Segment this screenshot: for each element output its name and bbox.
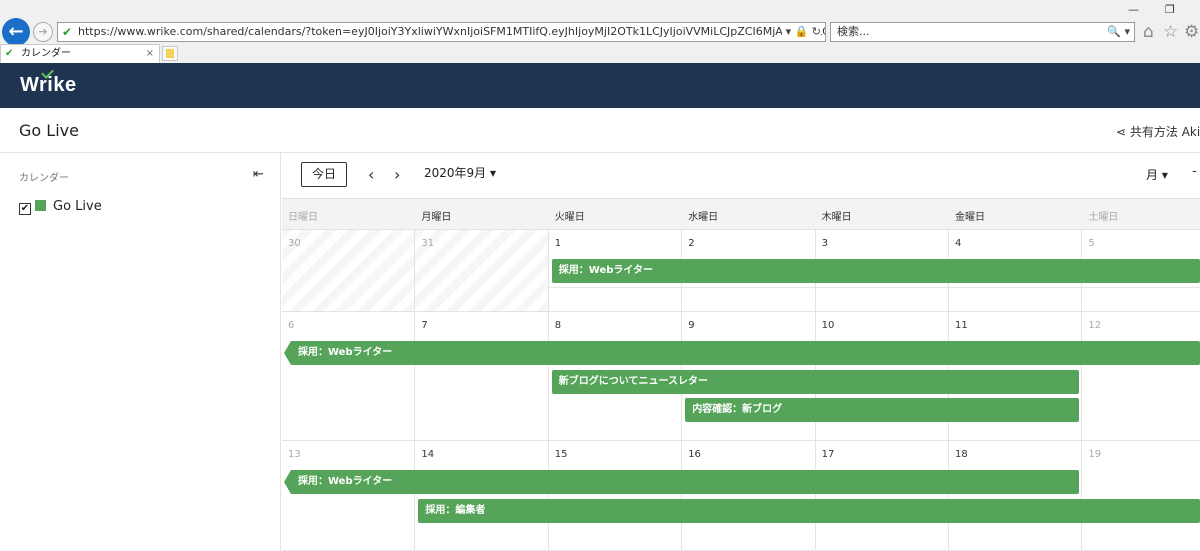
event-bar[interactable]: 採用：編集者 [418,499,1200,523]
weekday-label: 月曜日 [421,212,452,223]
weekday-label: 金曜日 [955,212,985,223]
today-button[interactable]: 今日 [301,162,347,187]
minimize-button[interactable]: — [1128,3,1139,16]
calendar-name: Go Live [53,199,102,214]
day-cell[interactable]: 31 [415,230,549,311]
settings-gear-icon[interactable]: ⚙ [1184,22,1199,42]
day-number: 17 [821,449,835,460]
day-cell[interactable]: 6 [282,312,416,440]
day-number: 12 [1088,320,1102,331]
forward-arrow-icon: ➔ [38,25,48,38]
day-cell[interactable]: 15 [549,441,683,550]
home-icon[interactable]: ⌂ [1143,22,1154,42]
event-bar[interactable]: 採用：Webライター [291,341,1200,365]
calendar-checkbox[interactable]: ✔ [19,203,31,215]
browser-chrome: — ❐ ← ➔ ✔ https://www.wrike.com/shared/c… [0,0,1200,63]
event-bar[interactable]: 内容確認：新ブログ [685,398,1080,422]
day-cell[interactable]: 12 [1082,312,1200,440]
day-number: 5 [1088,238,1095,249]
favorites-star-icon[interactable]: ☆ [1163,22,1178,42]
wrike-logo[interactable]: Wrike [20,66,77,97]
day-number: 19 [1088,449,1102,460]
day-number: 15 [554,449,568,460]
weekday-label: 火曜日 [554,212,585,223]
weekday-label: 木曜日 [821,212,852,223]
day-cell[interactable]: 14 [415,441,549,550]
back-arrow-icon: ← [8,21,24,42]
share-label: 共有方法 Aki I [1129,125,1200,139]
back-button[interactable]: ← [2,18,30,46]
weekday-header: 日曜日 月曜日 火曜日 水曜日 木曜日 金曜日 土曜日 [282,198,1200,230]
day-cell[interactable]: 18 [949,441,1083,550]
day-number: 7 [421,320,428,331]
cell-divider [548,287,1200,288]
day-cell[interactable]: 19 [1082,441,1200,550]
collapse-sidebar-icon[interactable]: ⇤ [253,167,264,182]
weekday-label: 水曜日 [688,212,719,223]
day-number: 1 [554,238,562,249]
calendar-view: 今日 ‹ › 2020年9月 ▾ 月 ▾ - 日曜日 月曜日 火曜日 水曜日 木曜日 金曜… [282,153,1200,551]
title-row: Go Live ⋖ 共有方法 Aki I [0,108,1200,153]
address-tools[interactable]: ▾ 🔒 ↻ [781,23,821,41]
day-number: 2 [688,238,695,249]
address-bar[interactable]: ✔ https://www.wrike.com/shared/calendars… [57,22,826,42]
day-number: 31 [421,238,435,249]
day-number: 10 [821,320,835,331]
address-url: https://www.wrike.com/shared/calendars/?… [78,25,826,38]
weekday-label: 土曜日 [1088,212,1119,223]
tab-close-icon[interactable]: × [146,45,154,63]
day-number: 13 [288,449,301,460]
browser-tab[interactable]: ✔ カレンダー × [0,44,160,63]
day-number: 4 [955,238,962,249]
search-icon[interactable]: 🔍 ▾ [1107,23,1130,41]
forward-button[interactable]: ➔ [33,22,53,42]
day-cell[interactable]: 17 [816,441,949,550]
day-number: 11 [955,320,968,331]
sidebar-section-label: カレンダー [19,173,69,184]
app-header: Wrike [0,63,1200,108]
day-number: 3 [821,238,828,249]
day-cell[interactable]: 7 [415,312,549,440]
day-number: 30 [288,238,301,249]
day-number: 14 [421,449,435,460]
event-bar[interactable]: 採用：Webライター [551,259,1200,283]
secure-check-icon: ✔ [62,25,73,39]
calendar-color-swatch [35,200,46,211]
day-number: 16 [688,449,701,460]
restore-button[interactable]: ❐ [1165,3,1175,16]
browser-search-input[interactable]: 検索... 🔍 ▾ [830,22,1135,42]
event-bar[interactable]: 採用：Webライター [291,470,1080,494]
week-row: 13 14 15 16 17 18 19 [282,441,1200,551]
share-button[interactable]: ⋖ 共有方法 Aki I [1116,123,1200,140]
prev-month-icon[interactable]: ‹ [368,165,374,184]
event-bar[interactable]: 新ブログについてニュースレター [551,370,1080,394]
month-dropdown[interactable]: 2020年9月 ▾ [424,164,496,181]
tab-title: カレンダー [21,48,71,59]
search-placeholder: 検索... [837,25,870,38]
view-mode-dropdown[interactable]: 月 ▾ [1146,166,1168,183]
day-number: 6 [288,320,295,331]
day-cell[interactable]: 30 [282,230,416,311]
event-continuation-tip [284,341,291,365]
sidebar: カレンダー ⇤ ✔ Go Live [0,153,281,551]
day-cell[interactable]: 13 [282,441,416,550]
weekday-label: 日曜日 [288,212,318,223]
day-number: 18 [955,449,968,460]
share-icon: ⋖ [1116,125,1127,139]
more-icon[interactable]: - [1192,164,1197,179]
day-number: 8 [554,320,562,331]
event-continuation-tip [284,470,291,494]
next-month-icon[interactable]: › [394,165,400,184]
day-cell[interactable]: 16 [682,441,816,550]
tab-favicon-icon: ✔ [5,48,14,59]
new-tab-button[interactable] [162,46,178,61]
page-title: Go Live [19,121,79,140]
day-number: 9 [688,320,695,331]
